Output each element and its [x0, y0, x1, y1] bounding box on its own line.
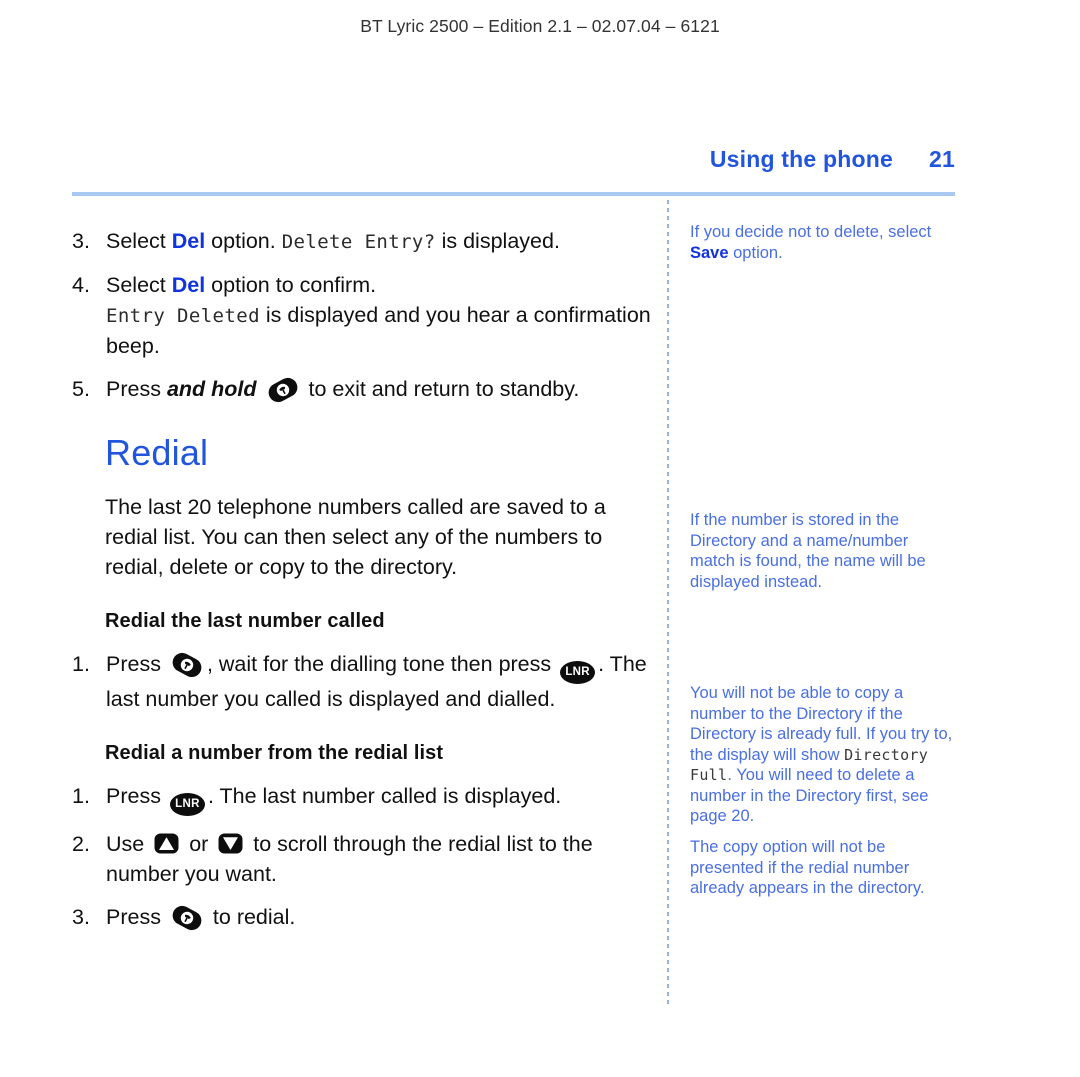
- end-call-key-icon: [266, 377, 300, 403]
- delete-entry-step-list: 3. Select Del option. Delete Entry? is di…: [72, 226, 652, 404]
- subheading-redial-from-list: Redial a number from the redial list: [105, 742, 444, 764]
- text-run: option.: [728, 243, 783, 262]
- lcd-display-text: Delete Entry?: [281, 231, 436, 253]
- text-run: Press: [106, 377, 167, 401]
- note-directory-full: You will not be able to copy a number to…: [690, 683, 956, 827]
- text-run: The copy option will not be presented if…: [690, 838, 925, 897]
- list-item-number: 1.: [72, 784, 90, 808]
- list-item-text: Press and hold to exit and return to sta…: [106, 377, 580, 403]
- talk-key-icon: [170, 652, 204, 678]
- up-arrow-key-icon: [153, 832, 180, 855]
- list-item-number: 5.: [72, 377, 90, 401]
- column-divider: [667, 200, 669, 1006]
- list-item-text: Press , wait for the dialling tone then …: [106, 652, 647, 711]
- inline-softkey-label: Del: [171, 229, 206, 253]
- list-item-number: 3.: [72, 905, 90, 929]
- text-run: Select: [106, 273, 172, 297]
- text-run: . The last number called is displayed.: [207, 784, 562, 808]
- text-run: Press: [106, 652, 167, 676]
- list-item: 5. Press and hold to exit and return to s…: [72, 374, 652, 404]
- list-item-number: 3.: [72, 229, 90, 253]
- text-run: or: [183, 832, 215, 856]
- note-copy-option: The copy option will not be presented if…: [690, 837, 952, 899]
- redial-from-list-step-list: 1. Press LNR. The last number called is d…: [72, 781, 652, 932]
- running-header: BT Lyric 2500 – Edition 2.1 – 02.07.04 –…: [360, 16, 720, 36]
- text-run: [257, 377, 263, 401]
- inline-softkey-label: Save: [690, 243, 729, 262]
- text-run: option to confirm.: [205, 273, 377, 297]
- text-run: to redial.: [206, 905, 296, 929]
- list-item-text: Select Del option to confirm. Entry Delet…: [106, 273, 651, 358]
- list-item: 1. Press LNR. The last number called is d…: [72, 781, 652, 816]
- note-directory-match: If the number is stored in the Directory…: [690, 510, 952, 592]
- text-run: is displayed.: [435, 229, 560, 253]
- text-run: Press: [106, 905, 167, 929]
- list-item: 3. Select Del option. Delete Entry? is di…: [72, 226, 652, 257]
- list-item: 4. Select Del option to confirm. Entry Del…: [72, 270, 652, 361]
- text-run: If the number is stored in the Directory…: [690, 511, 926, 591]
- text-run: Press: [106, 784, 167, 808]
- down-arrow-key-icon: [217, 832, 244, 855]
- text-run: Use: [106, 832, 151, 856]
- list-item: 1. Press , wait for the dialling tone the…: [72, 649, 652, 714]
- section-header: Using the phone 21: [72, 146, 955, 173]
- page-number: 21: [929, 146, 955, 172]
- text-run: Select: [106, 229, 172, 253]
- text-run: option.: [205, 229, 282, 253]
- lcd-display-text: Entry Deleted: [106, 305, 260, 327]
- text-run: to exit and return to standby.: [302, 377, 580, 401]
- header-rule: [72, 192, 955, 196]
- list-item-text: Press LNR. The last number called is dis…: [106, 784, 562, 816]
- subheading-redial-last-number: Redial the last number called: [105, 610, 385, 632]
- emphasis-text: and hold: [166, 377, 257, 401]
- text-run: , wait for the dialling tone then press: [206, 652, 558, 676]
- redial-intro-paragraph: The last 20 telephone numbers called are…: [105, 495, 606, 579]
- inline-softkey-label: Del: [171, 273, 206, 297]
- list-item: 3. Press to redial.: [72, 902, 652, 932]
- talk-key-icon: [170, 905, 204, 931]
- list-item-number: 2.: [72, 832, 90, 856]
- list-item-number: 4.: [72, 273, 90, 297]
- note-save: If you decide not to delete, select Save…: [690, 222, 952, 263]
- list-item-number: 1.: [72, 652, 90, 676]
- list-item: 2. Use or to scroll through the redial li…: [72, 829, 652, 889]
- list-item-text: Select Del option. Delete Entry? is disp…: [106, 229, 560, 253]
- text-run: If you decide not to delete, select: [690, 223, 932, 241]
- lnr-key-icon: LNR: [169, 793, 205, 816]
- redial-last-number-step-list: 1. Press , wait for the dialling tone the…: [72, 649, 652, 714]
- redial-heading: Redial: [105, 432, 209, 473]
- list-item-text: Press to redial.: [106, 905, 296, 931]
- page-title: Using the phone: [709, 146, 893, 172]
- list-item-text: Use or to scroll through the redial list…: [106, 832, 593, 886]
- lnr-key-icon: LNR: [560, 661, 596, 684]
- main-content-column: 3. Select Del option. Delete Entry? is di…: [72, 226, 652, 945]
